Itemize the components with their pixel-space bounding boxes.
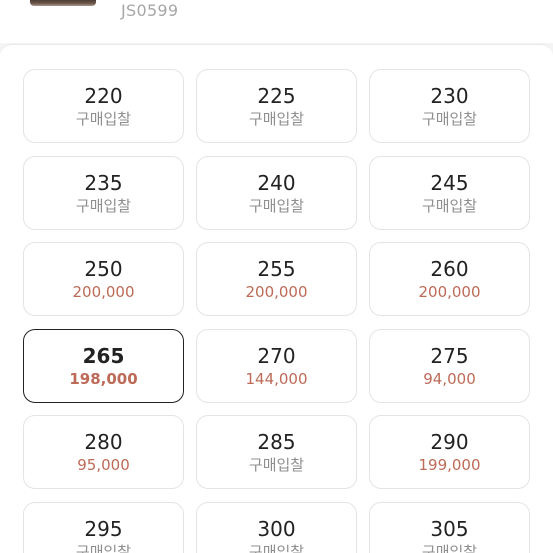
- size-label: 230: [430, 84, 469, 108]
- size-label: 290: [430, 430, 469, 454]
- size-label: 275: [430, 343, 469, 368]
- product-thumbnail: [30, 0, 96, 6]
- size-price: 구매입찰: [248, 542, 305, 553]
- size-price: 구매입찰: [248, 456, 305, 474]
- size-price: 구매입찰: [421, 542, 478, 553]
- size-label: 300: [257, 516, 296, 541]
- size-label: 245: [430, 170, 469, 195]
- size-option-280[interactable]: 280 95,000: [23, 415, 184, 489]
- size-label: 285: [257, 430, 296, 454]
- size-price: 200,000: [245, 283, 308, 301]
- size-option-245[interactable]: 245 구매입찰: [369, 155, 530, 230]
- size-label: 270: [257, 343, 296, 368]
- size-price: 구매입찰: [248, 110, 305, 128]
- size-price: 구매입찰: [421, 196, 478, 215]
- size-price: 구매입찰: [248, 196, 305, 215]
- size-option-235[interactable]: 235 구매입찰: [23, 155, 184, 230]
- size-label: 235: [84, 170, 123, 195]
- size-label: 280: [84, 430, 123, 454]
- size-label: 225: [257, 84, 296, 108]
- size-price: 구매입찰: [421, 110, 478, 128]
- product-header: JS0599: [0, 0, 553, 43]
- size-option-285[interactable]: 285 구매입찰: [196, 415, 357, 489]
- size-option-260[interactable]: 260 200,000: [369, 242, 530, 316]
- size-option-220[interactable]: 220 구매입찰: [23, 69, 184, 143]
- size-label: 305: [430, 516, 469, 541]
- size-price: 199,000: [418, 456, 481, 474]
- size-option-275[interactable]: 275 94,000: [369, 328, 530, 403]
- model-code: JS0599: [121, 1, 179, 20]
- size-panel: 220 구매입찰 225 구매입찰 230 구매입찰 235 구매입찰 240 …: [0, 44, 553, 553]
- size-price: 200,000: [418, 283, 481, 301]
- size-label: 260: [430, 257, 469, 281]
- size-option-240[interactable]: 240 구매입찰: [196, 155, 357, 230]
- size-price: 198,000: [69, 369, 138, 388]
- size-option-300[interactable]: 300 구매입찰: [196, 501, 357, 553]
- size-grid: 220 구매입찰 225 구매입찰 230 구매입찰 235 구매입찰 240 …: [23, 69, 530, 553]
- size-price: 구매입찰: [75, 196, 132, 215]
- size-price: 구매입찰: [75, 542, 132, 553]
- size-price: 95,000: [77, 456, 130, 474]
- size-option-290[interactable]: 290 199,000: [369, 415, 530, 489]
- size-price: 구매입찰: [75, 110, 132, 128]
- size-price: 94,000: [423, 369, 476, 388]
- size-option-295[interactable]: 295 구매입찰: [23, 501, 184, 553]
- size-option-305[interactable]: 305 구매입찰: [369, 501, 530, 553]
- size-option-265[interactable]: 265 198,000: [23, 328, 184, 403]
- size-select-page: JS0599 220 구매입찰 225 구매입찰 230 구매입찰 235 구매…: [0, 0, 553, 553]
- size-label: 255: [257, 257, 296, 281]
- size-label: 220: [84, 84, 123, 108]
- size-label: 295: [84, 516, 123, 541]
- size-price: 200,000: [72, 283, 135, 301]
- size-option-225[interactable]: 225 구매입찰: [196, 69, 357, 143]
- size-option-230[interactable]: 230 구매입찰: [369, 69, 530, 143]
- size-label: 240: [257, 170, 296, 195]
- size-label: 250: [84, 257, 123, 281]
- size-option-250[interactable]: 250 200,000: [23, 242, 184, 316]
- size-option-270[interactable]: 270 144,000: [196, 328, 357, 403]
- size-price: 144,000: [245, 369, 308, 388]
- size-label: 265: [82, 343, 125, 368]
- size-option-255[interactable]: 255 200,000: [196, 242, 357, 316]
